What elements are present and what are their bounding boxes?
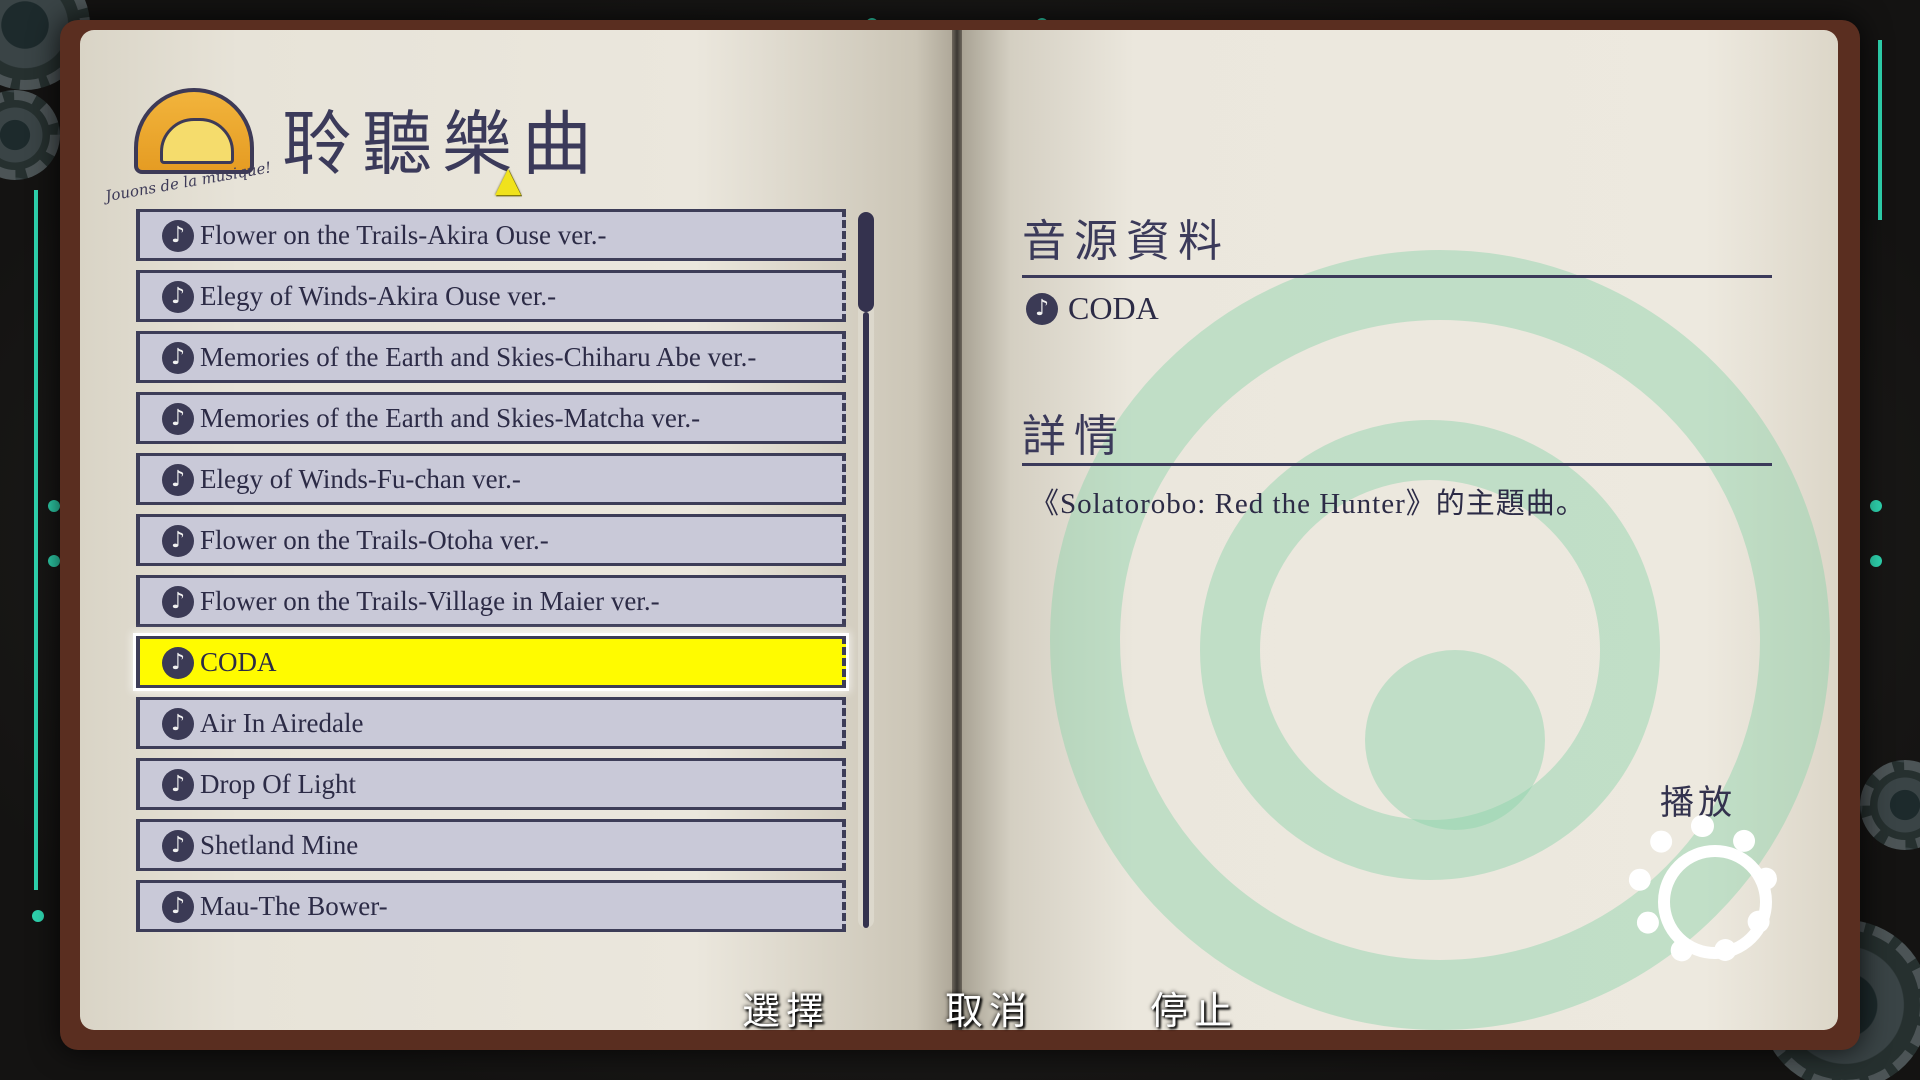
song-label: Flower on the Trails-Otoha ver.- <box>200 524 549 555</box>
detail-text: 《Solatorobo: Red the Hunter》的主題曲。 <box>1030 488 1586 520</box>
song-row[interactable]: ♪ Flower on the Trails-Village in Maier … <box>136 575 846 627</box>
music-disc-icon: ♪ <box>162 464 194 496</box>
song-row-selected[interactable]: ♪ CODA <box>136 636 846 688</box>
song-row[interactable]: ♪ Drop Of Light <box>136 758 846 810</box>
song-label: Flower on the Trails-Akira Ouse ver.- <box>200 219 607 250</box>
up-arrow-cursor-icon: ▲ <box>495 160 522 200</box>
music-logo: Jouons de la musique! <box>104 70 284 205</box>
music-disc-icon: ♪ <box>162 891 194 923</box>
book-spine <box>952 30 962 1030</box>
song-row[interactable]: ♪ Flower on the Trails-Akira Ouse ver.- <box>136 209 846 261</box>
cancel-hint[interactable]: 取消 <box>945 980 1033 1035</box>
song-label: Elegy of Winds-Fu-chan ver.- <box>200 463 521 494</box>
frame-accent-dot <box>1870 555 1882 567</box>
music-disc-icon: ♪ <box>162 769 194 801</box>
song-label: Flower on the Trails-Village in Maier ve… <box>200 585 660 616</box>
music-disc-icon: ♪ <box>162 586 194 618</box>
song-row[interactable]: ♪ Air In Airedale <box>136 697 846 749</box>
music-disc-icon: ♪ <box>162 403 194 435</box>
section-divider <box>1022 463 1772 466</box>
song-label: Memories of the Earth and Skies-Chiharu … <box>200 341 757 372</box>
song-row[interactable]: ♪ Memories of the Earth and Skies-Chihar… <box>136 331 846 383</box>
music-disc-icon: ♪ <box>162 708 194 740</box>
watermark-core <box>1365 650 1545 830</box>
song-label: Memories of the Earth and Skies-Matcha v… <box>200 402 701 433</box>
song-list-scrollbar[interactable] <box>858 212 874 928</box>
song-row[interactable]: ♪ Elegy of Winds-Fu-chan ver.- <box>136 453 846 505</box>
scrollbar-track <box>863 312 869 928</box>
song-row[interactable]: ♪ Mau-The Bower- <box>136 880 846 932</box>
song-label: Drop Of Light <box>200 768 356 799</box>
frame-accent-line <box>34 190 38 890</box>
frame-accent-dot <box>48 555 60 567</box>
frame-accent-dot <box>1870 500 1882 512</box>
song-label: Air In Airedale <box>200 707 364 738</box>
song-label: CODA <box>200 646 277 677</box>
music-disc-icon: ♪ <box>162 525 194 557</box>
frame-accent-line <box>1878 40 1882 220</box>
song-row[interactable]: ♪ Flower on the Trails-Otoha ver.- <box>136 514 846 566</box>
logo-arch-icon <box>134 88 254 174</box>
select-hint[interactable]: 選擇 <box>742 980 830 1035</box>
stop-hint[interactable]: 停止 <box>1150 980 1238 1035</box>
source-value: CODA <box>1068 290 1159 326</box>
song-label: Mau-The Bower- <box>200 890 388 921</box>
scrollbar-thumb[interactable] <box>858 212 874 312</box>
source-section-title: 音源資料 <box>1022 216 1230 267</box>
frame-accent-dot <box>48 500 60 512</box>
source-row: ♪ CODA <box>1026 290 1159 327</box>
page-title: 聆聽樂曲 <box>282 103 602 185</box>
music-disc-icon: ♪ <box>162 281 194 313</box>
music-disc-icon: ♪ <box>1026 292 1058 325</box>
music-disc-icon: ♪ <box>162 342 194 374</box>
section-divider <box>1022 275 1772 278</box>
detail-section-title: 詳情 <box>1022 411 1126 462</box>
song-row[interactable]: ♪ Elegy of Winds-Akira Ouse ver.- <box>136 270 846 322</box>
play-gear-icon[interactable] <box>1628 815 1778 965</box>
song-list: ♪ Flower on the Trails-Akira Ouse ver.- … <box>136 209 846 941</box>
song-row[interactable]: ♪ Memories of the Earth and Skies-Matcha… <box>136 392 846 444</box>
frame-accent-dot <box>32 910 44 922</box>
song-label: Shetland Mine <box>200 829 359 860</box>
music-disc-icon: ♪ <box>162 220 194 252</box>
song-row[interactable]: ♪ Shetland Mine <box>136 819 846 871</box>
song-label: Elegy of Winds-Akira Ouse ver.- <box>200 280 557 311</box>
music-disc-icon: ♪ <box>162 647 194 679</box>
music-disc-icon: ♪ <box>162 830 194 862</box>
